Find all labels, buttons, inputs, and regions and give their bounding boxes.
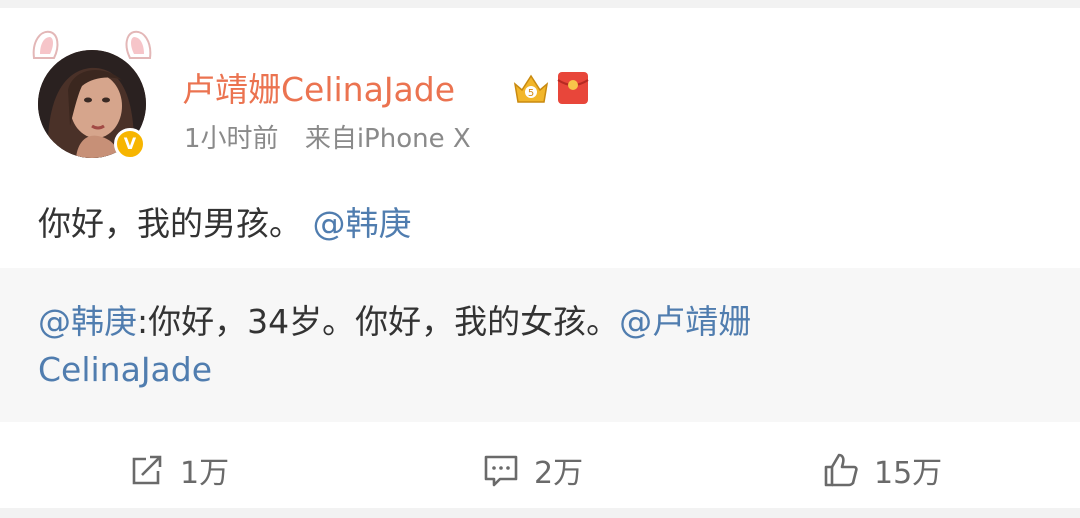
comment-icon bbox=[484, 455, 518, 487]
author-avatar-area[interactable]: V bbox=[28, 28, 158, 168]
repost-count: 1万 bbox=[180, 456, 230, 491]
like-count: 15万 bbox=[874, 456, 943, 491]
verified-badge-icon: V bbox=[114, 128, 146, 160]
repost-mention-line1[interactable]: @卢靖姗 bbox=[619, 302, 751, 341]
action-bar: 1万 2万 15万 bbox=[0, 422, 1080, 516]
post-text-plain: 你好，我的男孩。 bbox=[38, 204, 302, 243]
top-divider bbox=[0, 0, 1080, 8]
repost-body: :你好，34岁。你好，我的女孩。 bbox=[137, 302, 620, 341]
repost-mention-line2[interactable]: CelinaJade bbox=[38, 350, 212, 389]
repost-icon bbox=[132, 455, 162, 485]
comment-count: 2万 bbox=[534, 456, 584, 491]
bunny-ear-right-icon bbox=[125, 30, 152, 59]
red-packet-icon[interactable] bbox=[556, 70, 590, 106]
repost-text: @韩庚:你好，34岁。你好，我的女孩。@卢靖姗 CelinaJade bbox=[38, 298, 938, 394]
repost-button[interactable]: 1万 bbox=[128, 450, 230, 491]
author-name[interactable]: 卢靖姗CelinaJade bbox=[182, 70, 455, 110]
bunny-ear-left-icon bbox=[32, 30, 59, 59]
post-text: 你好，我的男孩。 @韩庚 bbox=[38, 202, 412, 246]
post-mention-link[interactable]: @韩庚 bbox=[313, 204, 412, 243]
repost-author-mention[interactable]: @韩庚 bbox=[38, 302, 137, 341]
post-time[interactable]: 1小时前 bbox=[184, 124, 279, 154]
weibo-post-card[interactable]: V 卢靖姗CelinaJade 5 1小时前 来自iPhone X 你好，我的男… bbox=[0, 8, 1080, 508]
bottom-divider bbox=[0, 508, 1080, 518]
like-icon bbox=[824, 453, 858, 487]
post-source: 来自iPhone X bbox=[304, 124, 471, 154]
comment-button[interactable]: 2万 bbox=[482, 450, 584, 491]
repost-container[interactable]: @韩庚:你好，34岁。你好，我的女孩。@卢靖姗 CelinaJade bbox=[0, 268, 1080, 422]
svg-text:5: 5 bbox=[528, 88, 534, 99]
vip-crown-icon[interactable]: 5 bbox=[512, 72, 550, 106]
post-meta: 1小时前 来自iPhone X bbox=[184, 122, 471, 156]
like-button[interactable]: 15万 bbox=[822, 450, 943, 491]
